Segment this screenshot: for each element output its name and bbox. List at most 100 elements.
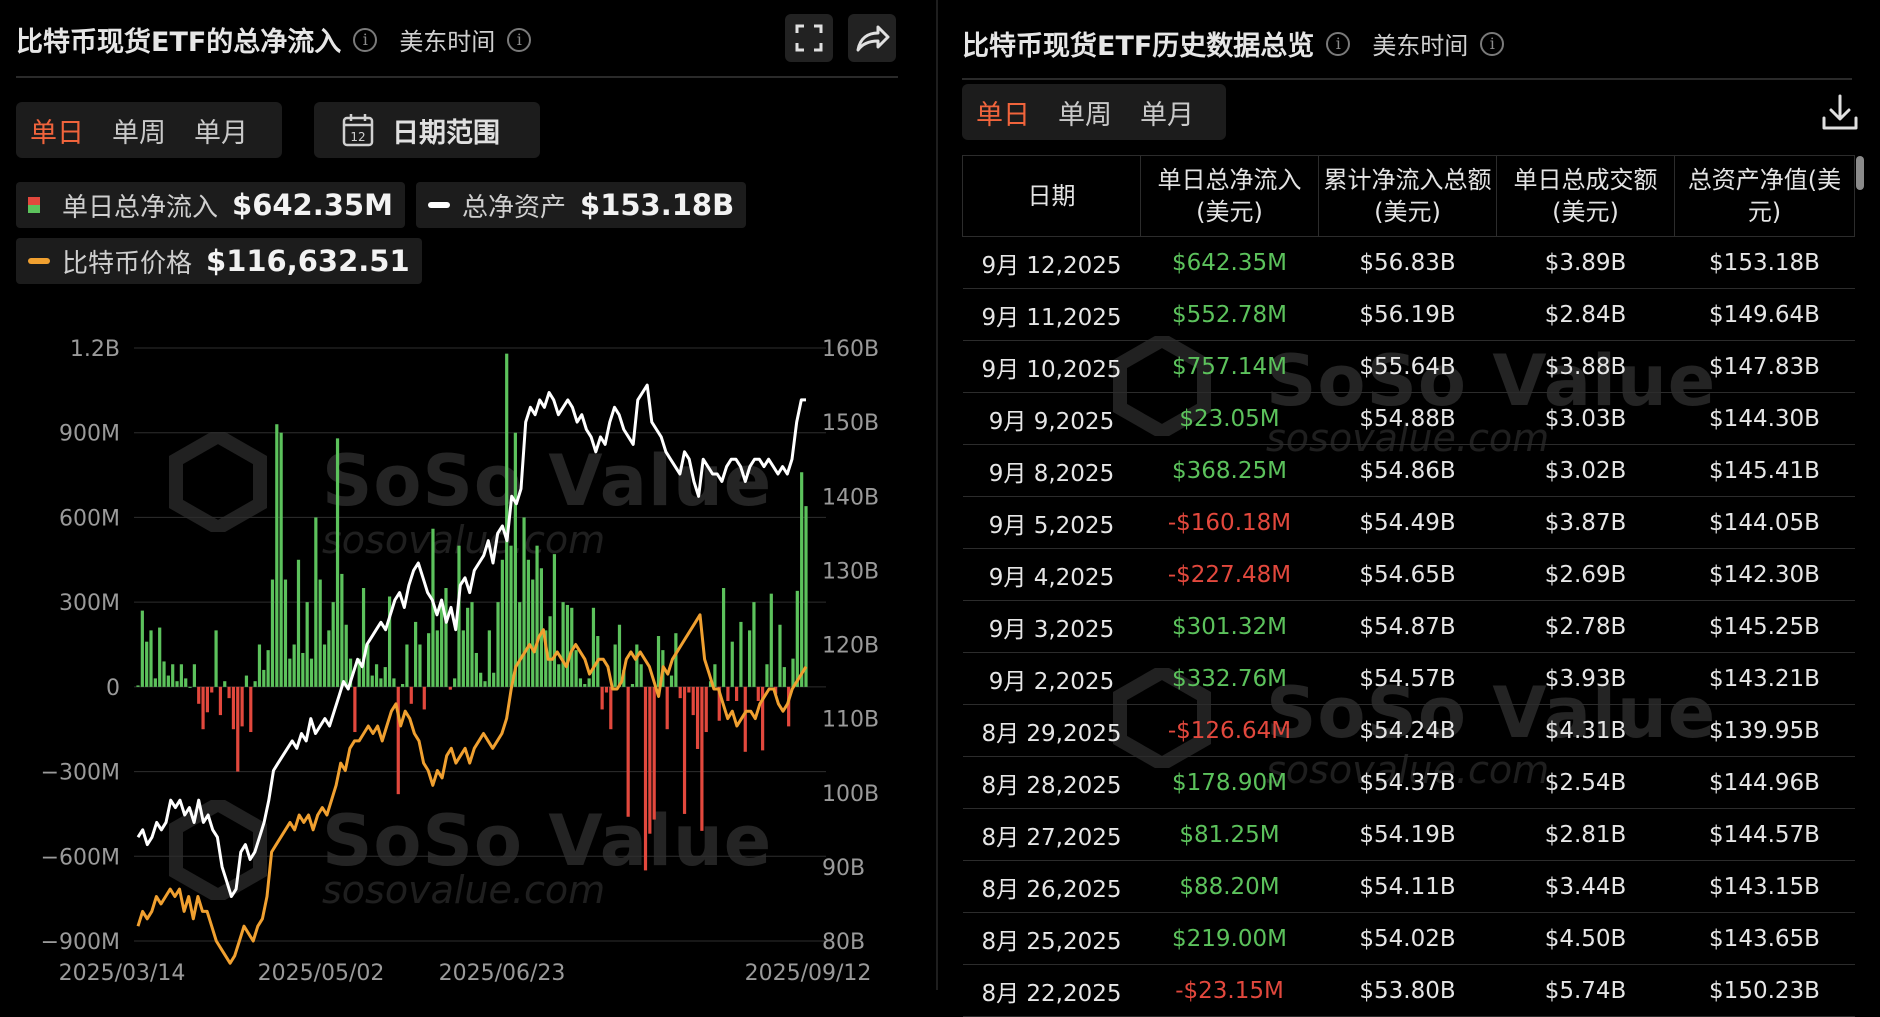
bar-positive (283, 579, 288, 687)
cell-nav: $143.15B (1674, 860, 1855, 913)
legend-btc-price[interactable]: 比特币价格 $116,632.51 (16, 238, 422, 284)
bar-negative (665, 686, 669, 730)
bar-positive (244, 675, 249, 687)
cell-net-inflow: $757.14M (1140, 340, 1319, 393)
bar-positive (721, 588, 726, 687)
cell-volume: $3.02B (1496, 444, 1675, 497)
period-tabs: 单日 单周 单月 (962, 84, 1226, 140)
table-body: 9月 12,2025 $642.35M $56.83B $3.89B $153.18B 9… (962, 236, 1855, 1017)
bar-negative (600, 686, 604, 710)
bar-positive (587, 678, 591, 687)
bar-positive (444, 588, 448, 687)
table-row[interactable]: 9月 10,2025 $757.14M $55.64B $3.88B $147.83B (962, 340, 1855, 393)
table-row[interactable]: 9月 8,2025 $368.25M $54.86B $3.02B $145.41B (962, 444, 1855, 497)
bar-positive (279, 432, 283, 687)
bar-positive (496, 602, 500, 687)
table-row[interactable]: 8月 28,2025 $178.90M $54.37B $2.54B $144.96B (962, 756, 1855, 809)
bar-negative (448, 686, 452, 690)
table-row[interactable]: 8月 25,2025 $219.00M $54.02B $4.50B $143.65B (962, 912, 1855, 965)
cell-cumulative: $54.02B (1318, 912, 1497, 965)
bar-swatch (28, 197, 40, 213)
y-left-tick-label: 1.2B (70, 337, 120, 362)
table-row[interactable]: 9月 2,2025 $332.76M $54.57B $3.93B $143.21B (962, 652, 1855, 705)
col-daily-net-inflow[interactable]: 单日总净流入(美元) (1140, 155, 1319, 237)
bar-positive (578, 678, 583, 687)
bar-positive (561, 602, 565, 687)
cell-volume: $3.03B (1496, 392, 1675, 445)
line-swatch (28, 258, 50, 264)
timezone-label: 美东时间 (1372, 32, 1469, 60)
y-left-tick-label: 600M (59, 506, 120, 531)
tab-monthly[interactable]: 单月 (1126, 93, 1208, 132)
col-daily-volume[interactable]: 单日总成交额(美元) (1496, 155, 1675, 237)
tab-daily[interactable]: 单日 (962, 93, 1044, 132)
cell-nav: $143.21B (1674, 652, 1855, 705)
bar-negative (227, 686, 231, 699)
legend-net-inflow-value: $642.35M (232, 188, 393, 222)
bar-positive (171, 664, 175, 687)
tab-monthly[interactable]: 单月 (180, 111, 262, 150)
cell-net-inflow: -$23.15M (1140, 964, 1319, 1017)
table-row[interactable]: 8月 29,2025 -$126.64M $54.24B $4.31B $139.95B (962, 704, 1855, 757)
info-icon[interactable]: i (1326, 31, 1351, 56)
bar-positive (257, 644, 262, 687)
calendar-icon: 12 (342, 114, 374, 147)
bar-negative (678, 686, 682, 699)
table-row[interactable]: 9月 3,2025 $301.32M $54.87B $2.78B $145.25B (962, 600, 1855, 653)
bar-positive (470, 602, 474, 687)
info-icon[interactable]: i (353, 27, 378, 52)
tab-weekly[interactable]: 单周 (98, 111, 180, 150)
cell-volume: $3.87B (1496, 496, 1675, 549)
tab-daily[interactable]: 单日 (16, 111, 98, 150)
bar-negative (249, 686, 253, 733)
cell-date: 9月 12,2025 (962, 236, 1141, 289)
bar-negative (648, 686, 652, 834)
fullscreen-button[interactable] (785, 14, 833, 62)
y-left-tick-label: 0 (106, 676, 120, 701)
table-row[interactable]: 9月 12,2025 $642.35M $56.83B $3.89B $153.18B (962, 236, 1855, 289)
bar-negative (422, 686, 426, 710)
tab-weekly[interactable]: 单周 (1044, 93, 1126, 132)
col-date[interactable]: 日期 (962, 155, 1141, 237)
cell-cumulative: $54.37B (1318, 756, 1497, 809)
table-row[interactable]: 8月 22,2025 -$23.15M $53.80B $5.74B $150.23B (962, 964, 1855, 1017)
info-icon[interactable]: i (1480, 31, 1505, 56)
bar-positive (583, 684, 587, 687)
cell-nav: $145.41B (1674, 444, 1855, 497)
table-row[interactable]: 9月 9,2025 $23.05M $54.88B $3.03B $144.30B (962, 392, 1855, 445)
col-cumulative-inflow[interactable]: 累计净流入总额(美元) (1318, 155, 1497, 237)
table-row[interactable]: 9月 5,2025 -$160.18M $54.49B $3.87B $144.05B (962, 496, 1855, 549)
table-row[interactable]: 8月 26,2025 $88.20M $54.11B $3.44B $143.15B (962, 860, 1855, 913)
bar-positive (318, 579, 322, 687)
table-row[interactable]: 9月 4,2025 -$227.48M $54.65B $2.69B $142.30B (962, 548, 1855, 601)
bar-positive (795, 590, 799, 687)
y-right-tick-label: 150B (822, 411, 879, 436)
col-total-nav[interactable]: 总资产净值(美元) (1674, 155, 1855, 237)
bar-positive (322, 644, 327, 687)
table-row[interactable]: 9月 11,2025 $552.78M $56.19B $2.84B $149.64B (962, 288, 1855, 341)
y-left-tick-label: 900M (59, 422, 120, 447)
y-left-tick-label: −900M (41, 930, 120, 955)
bar-positive (739, 621, 743, 687)
share-button[interactable] (848, 14, 896, 62)
legend-net-inflow[interactable]: 单日总净流入 $642.35M (16, 182, 405, 228)
bar-negative (604, 686, 609, 693)
bar-positive (791, 658, 795, 687)
bar-positive (153, 678, 157, 687)
net-inflow-chart[interactable]: 1.2B 900M 600M 300M 0 −300M −600M −900M 160B 150B… (0, 320, 935, 990)
info-icon[interactable]: i (507, 27, 532, 52)
bar-positive (500, 559, 504, 687)
y-right-tick-label: 110B (822, 708, 879, 733)
bar-negative (687, 686, 691, 693)
table-scrollbar[interactable] (1856, 156, 1864, 190)
bar-negative (197, 686, 201, 704)
bar-positive (574, 650, 578, 687)
date-range-button[interactable]: 12 日期范围 (314, 102, 540, 158)
bar-positive (613, 644, 617, 687)
download-icon[interactable] (1818, 90, 1862, 134)
bar-positive (630, 684, 635, 687)
cell-net-inflow: $332.76M (1140, 652, 1319, 705)
legend-net-assets[interactable]: 总净资产 $153.18B (416, 182, 747, 228)
bar-positive (305, 602, 309, 687)
table-row[interactable]: 8月 27,2025 $81.25M $54.19B $2.81B $144.57B (962, 808, 1855, 861)
